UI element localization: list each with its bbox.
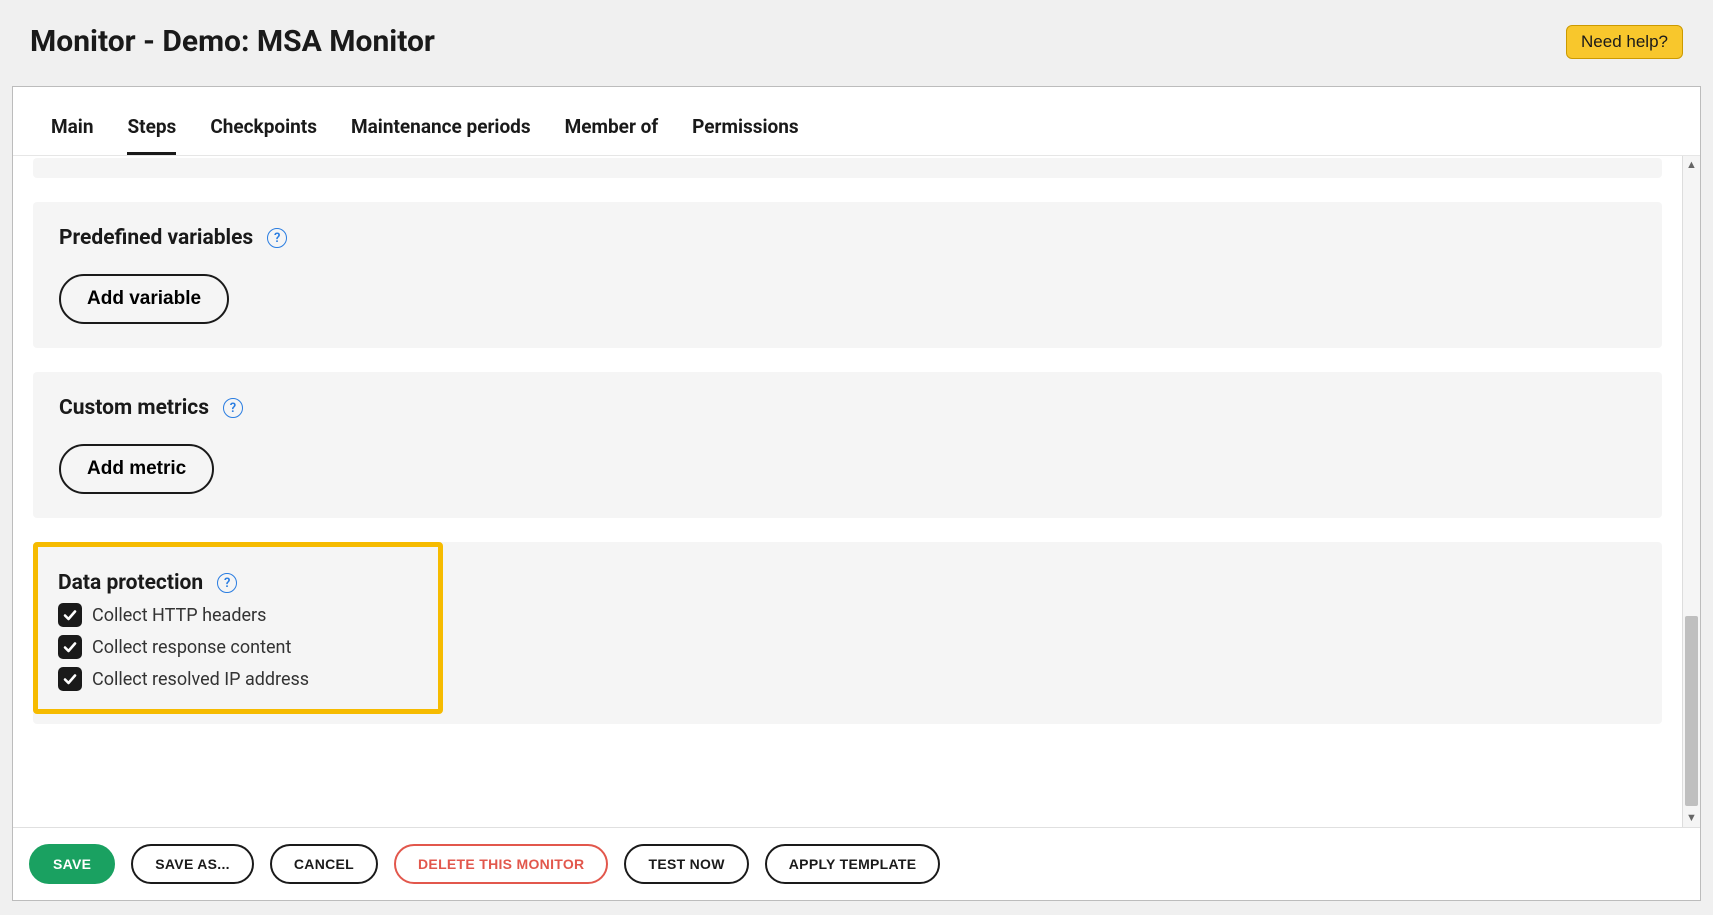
data-protection-outer: Data protection ? Collect HTTP headers	[33, 542, 1662, 724]
tab-steps[interactable]: Steps	[127, 115, 176, 155]
footer-bar: SAVE SAVE AS... CANCEL DELETE THIS MONIT…	[13, 827, 1700, 900]
help-icon[interactable]: ?	[217, 573, 237, 593]
scrollbar-arrow-down-icon[interactable]: ▼	[1683, 809, 1700, 827]
need-help-button[interactable]: Need help?	[1566, 25, 1683, 59]
tab-checkpoints[interactable]: Checkpoints	[210, 115, 317, 155]
help-icon[interactable]: ?	[267, 228, 287, 248]
content-scroll-region: Predefined variables ? Add variable Cust…	[13, 156, 1700, 827]
collect-response-content-checkbox[interactable]	[58, 635, 82, 659]
custom-metrics-section: Custom metrics ? Add metric	[33, 372, 1662, 518]
check-icon	[62, 639, 78, 655]
scrollbar-thumb[interactable]	[1685, 616, 1698, 806]
custom-metrics-title: Custom metrics	[59, 396, 209, 420]
previous-section-sliver	[33, 158, 1662, 178]
help-icon[interactable]: ?	[223, 398, 243, 418]
check-icon	[62, 607, 78, 623]
add-variable-button[interactable]: Add variable	[59, 274, 229, 324]
tab-member-of[interactable]: Member of	[565, 115, 659, 155]
section-title: Custom metrics ?	[59, 396, 243, 420]
editor-card: Main Steps Checkpoints Maintenance perio…	[12, 86, 1701, 901]
tabs-row: Main Steps Checkpoints Maintenance perio…	[13, 87, 1700, 156]
scrollbar-arrow-up-icon[interactable]: ▲	[1683, 156, 1700, 174]
scrollbar[interactable]: ▲ ▼	[1682, 156, 1700, 827]
page-header: Monitor - Demo: MSA Monitor Need help?	[0, 0, 1713, 83]
checkbox-row: Collect HTTP headers	[58, 603, 412, 627]
checkbox-label: Collect resolved IP address	[92, 669, 309, 690]
data-protection-section: Data protection ? Collect HTTP headers	[33, 542, 443, 714]
predefined-variables-title: Predefined variables	[59, 226, 253, 250]
cancel-button[interactable]: CANCEL	[270, 844, 378, 884]
checkbox-row: Collect response content	[58, 635, 412, 659]
content-inner: Predefined variables ? Add variable Cust…	[13, 156, 1682, 827]
apply-template-button[interactable]: APPLY TEMPLATE	[765, 844, 941, 884]
collect-resolved-ip-checkbox[interactable]	[58, 667, 82, 691]
tab-maintenance-periods[interactable]: Maintenance periods	[351, 115, 531, 155]
tab-main[interactable]: Main	[51, 115, 93, 155]
section-title: Data protection ?	[58, 571, 237, 595]
page-title: Monitor - Demo: MSA Monitor	[30, 24, 435, 59]
delete-monitor-button[interactable]: DELETE THIS MONITOR	[394, 844, 608, 884]
predefined-variables-section: Predefined variables ? Add variable	[33, 202, 1662, 348]
data-protection-title: Data protection	[58, 571, 203, 595]
checkbox-label: Collect HTTP headers	[92, 605, 266, 626]
save-as-button[interactable]: SAVE AS...	[131, 844, 254, 884]
checkbox-label: Collect response content	[92, 637, 291, 658]
tab-permissions[interactable]: Permissions	[692, 115, 799, 155]
collect-http-headers-checkbox[interactable]	[58, 603, 82, 627]
checkbox-row: Collect resolved IP address	[58, 667, 412, 691]
test-now-button[interactable]: TEST NOW	[624, 844, 748, 884]
check-icon	[62, 671, 78, 687]
section-title: Predefined variables ?	[59, 226, 287, 250]
save-button[interactable]: SAVE	[29, 844, 115, 884]
add-metric-button[interactable]: Add metric	[59, 444, 214, 494]
